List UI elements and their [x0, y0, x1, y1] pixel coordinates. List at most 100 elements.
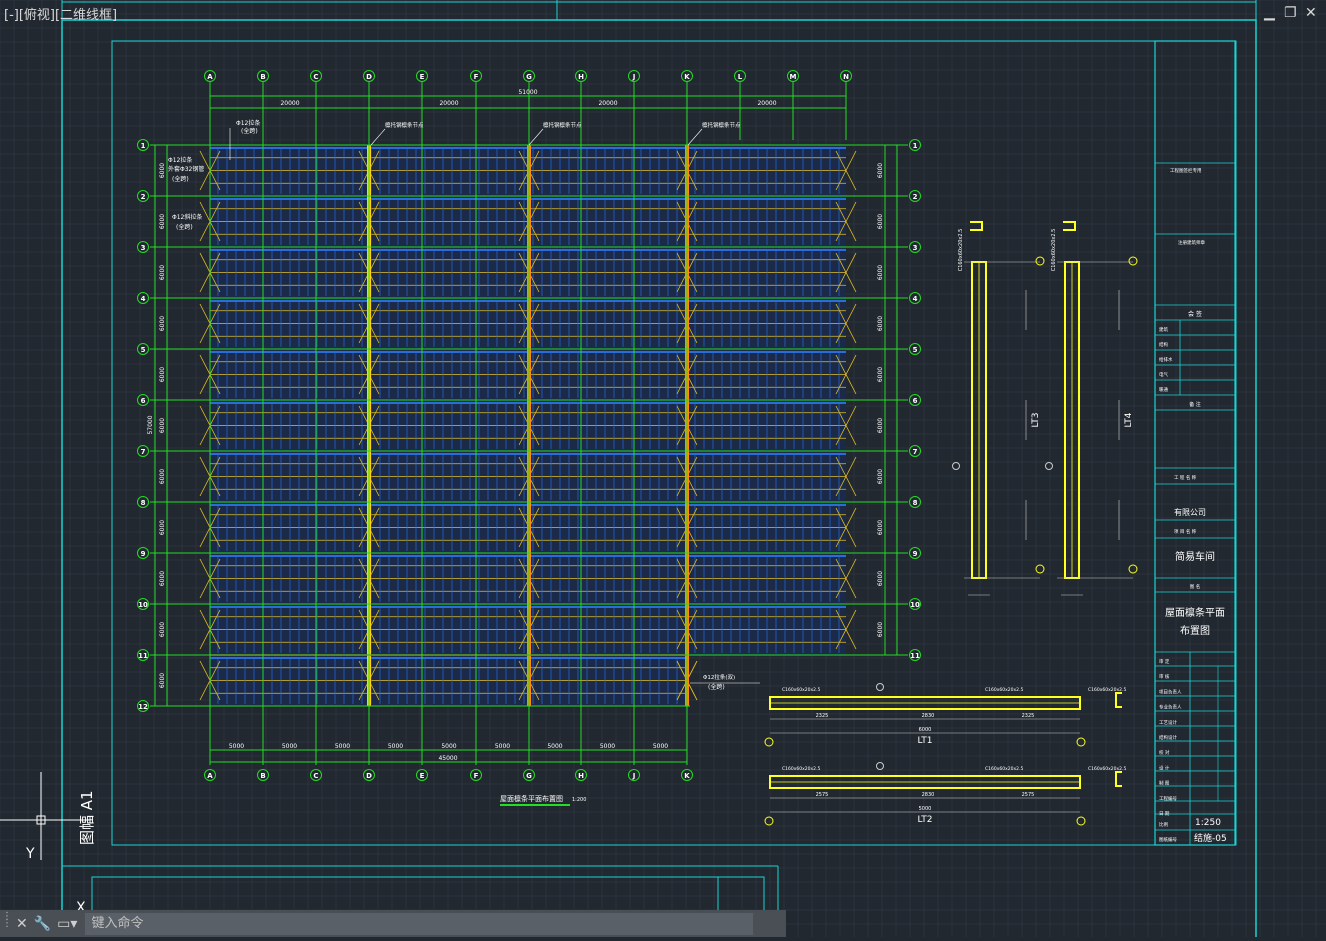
- dim-text: 45000: [438, 755, 457, 762]
- viewport-controls-label[interactable]: [-][俯视][二维线框]: [4, 4, 117, 23]
- restore-icon[interactable]: ❐: [1284, 6, 1297, 20]
- dim-text: 20000: [439, 100, 458, 107]
- axis-label: 7: [913, 448, 918, 456]
- drawing-scale: 1:250: [1195, 818, 1221, 828]
- dim-text: 20000: [598, 100, 617, 107]
- dim-text: 6000: [877, 520, 884, 535]
- dim-text: 6000: [159, 367, 166, 382]
- annotation-text: 檩托钢檩条节点: [702, 121, 741, 129]
- command-input[interactable]: [85, 912, 754, 935]
- annotation-text: 给排水: [1159, 356, 1173, 363]
- roof-purlin-plan[interactable]: 51000 20000 20000 20000 20000 5000 5000 5000 500…: [137, 70, 921, 806]
- close-icon[interactable]: ✕: [16, 916, 28, 932]
- title-block-text: 图 名: [1190, 583, 1200, 590]
- annotation-text: 暖通: [1159, 386, 1168, 393]
- ucs-y-label: Y: [25, 846, 35, 862]
- dim-text: 2575: [1022, 792, 1035, 798]
- annotation-text: Φ12拉条(双): [703, 673, 735, 681]
- annotation-text: (全跨): [241, 127, 258, 135]
- axis-label: 10: [910, 601, 920, 609]
- axis-label: H: [578, 73, 584, 81]
- axis-label: 3: [913, 244, 918, 252]
- purlin-label: LT4: [1124, 412, 1134, 427]
- dim-text: 6000: [159, 163, 166, 178]
- axis-label: L: [738, 73, 743, 81]
- purlin-label: LT2: [918, 815, 933, 825]
- annotation-text: 工程图签栏专用: [1170, 167, 1202, 174]
- drawing-name: 屋面檩条平面: [1165, 606, 1225, 619]
- axis-label: F: [474, 772, 479, 780]
- annotation-text: 檩托钢檩条节点: [543, 121, 582, 129]
- annotation-text: (全跨): [172, 175, 189, 183]
- axis-label: C: [313, 772, 318, 780]
- purlin-spec: C160x60x20x2.5: [1088, 687, 1126, 693]
- dim-text: 6000: [877, 163, 884, 178]
- annotation-text: 设 计: [1159, 764, 1170, 771]
- annotation-text: 电气: [1159, 371, 1168, 378]
- annotation-text: 工程编号: [1159, 795, 1177, 802]
- dim-text: 5000: [919, 806, 932, 812]
- axis-label: 9: [913, 550, 918, 558]
- axis-label: N: [843, 73, 849, 81]
- dim-text: 5000: [335, 743, 350, 750]
- dim-text: 2325: [816, 713, 829, 719]
- dim-text: 2830: [922, 792, 935, 798]
- dim-text: 6000: [159, 214, 166, 229]
- minimize-icon[interactable]: ▁: [1264, 6, 1275, 20]
- sheet-size-label: 图幅 A1: [78, 790, 96, 845]
- axis-label: 9: [141, 550, 146, 558]
- dim-text: 20000: [757, 100, 776, 107]
- detail-marker: [1128, 564, 1138, 574]
- dim-text: 6000: [159, 622, 166, 637]
- annotation-text: 日 期: [1159, 811, 1170, 817]
- dim-text: 6000: [159, 418, 166, 433]
- axis-label: J: [632, 772, 636, 780]
- dim-text: 5000: [441, 743, 456, 750]
- company-name: 有限公司: [1174, 507, 1206, 517]
- plan-title: 屋面檩条平面布置图: [500, 794, 563, 803]
- dim-text: 6000: [159, 265, 166, 280]
- axis-label: 3: [141, 244, 146, 252]
- axis-label: 5: [141, 346, 146, 354]
- dim-text: 6000: [159, 571, 166, 586]
- wrench-icon[interactable]: 🔧: [34, 916, 51, 932]
- axis-label: 6: [141, 397, 146, 405]
- title-block-text: 备 注: [1189, 401, 1201, 408]
- dim-text: 6000: [159, 520, 166, 535]
- dim-text: 5000: [547, 743, 562, 750]
- drawing-canvas[interactable]: 51000 20000 20000 20000 20000 5000 5000 5000 500…: [0, 0, 1326, 941]
- annotation-text: 审 定: [1159, 658, 1170, 665]
- close-icon[interactable]: ✕: [1305, 6, 1317, 20]
- axis-label: 7: [141, 448, 146, 456]
- dim-text: 20000: [280, 100, 299, 107]
- detail-marker: [952, 462, 960, 470]
- annotation-text: 项 目 名 称: [1174, 528, 1197, 535]
- command-history-icon[interactable]: ▭▾: [57, 916, 77, 932]
- detail-marker: [1045, 462, 1053, 470]
- model-viewport[interactable]: 51000 20000 20000 20000 20000 5000 5000 5000 500…: [0, 0, 1326, 941]
- purlin-spec: C160x60x20x2.5: [958, 229, 964, 272]
- axis-label: 5: [913, 346, 918, 354]
- drawing-number: 结施-05: [1194, 832, 1227, 844]
- drag-handle-icon[interactable]: ⋮ ⋮: [2, 911, 12, 935]
- axis-label: 6: [913, 397, 918, 405]
- dim-text: 5000: [229, 743, 244, 750]
- dim-text: 6000: [159, 673, 166, 688]
- annotation-text: 檩托钢檩条节点: [385, 121, 424, 129]
- dim-text: 2325: [1022, 713, 1035, 719]
- axis-label: 8: [913, 499, 918, 507]
- detail-marker: [764, 816, 774, 826]
- annotation-text: 外套Φ32钢管: [168, 165, 204, 173]
- dim-text: 51000: [518, 89, 537, 96]
- dim-text: 2575: [816, 792, 829, 798]
- dim-text: 6000: [877, 367, 884, 382]
- axis-label: D: [366, 73, 372, 81]
- axis-label: 2: [913, 193, 918, 201]
- purlin-section: [1063, 221, 1076, 231]
- axis-label: M: [790, 73, 797, 81]
- axis-label: J: [632, 73, 636, 81]
- dim-text: 6000: [159, 316, 166, 331]
- annotation-text: (全跨): [708, 683, 725, 691]
- axis-label: A: [207, 772, 213, 780]
- detail-marker: [1035, 564, 1045, 574]
